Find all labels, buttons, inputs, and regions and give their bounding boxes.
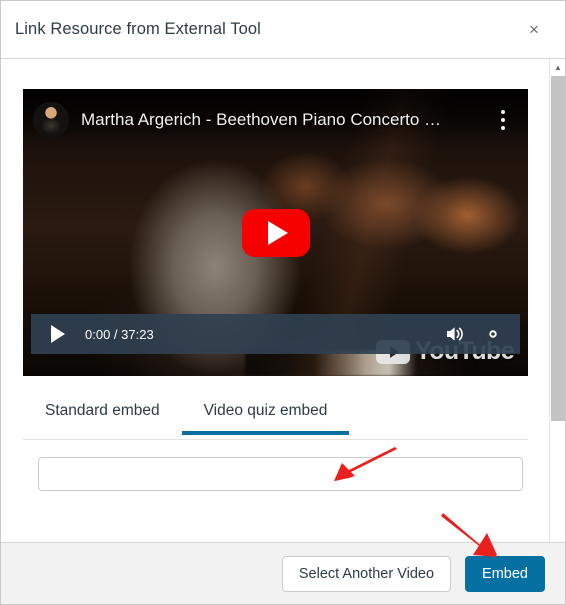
tab-video-quiz-embed[interactable]: Video quiz embed	[181, 393, 350, 435]
dialog-header: Link Resource from External Tool ×	[1, 1, 565, 59]
dialog-body: Martha Argerich - Beethoven Piano Concer…	[1, 59, 565, 604]
gear-icon[interactable]	[478, 319, 508, 349]
chevron-up-icon[interactable]: ▲	[550, 59, 565, 75]
dialog-footer: Select Another Video Embed	[1, 542, 565, 604]
more-options-icon[interactable]	[492, 110, 514, 130]
link-resource-dialog: Link Resource from External Tool × Marth…	[0, 0, 566, 605]
play-icon[interactable]	[39, 317, 73, 351]
video-player[interactable]: Martha Argerich - Beethoven Piano Concer…	[23, 89, 528, 376]
volume-icon[interactable]	[440, 319, 470, 349]
video-title[interactable]: Martha Argerich - Beethoven Piano Concer…	[81, 110, 492, 130]
tab-standard-embed[interactable]: Standard embed	[23, 393, 182, 434]
dialog-body-content: Martha Argerich - Beethoven Piano Concer…	[1, 59, 549, 604]
select-another-video-button[interactable]: Select Another Video	[281, 556, 452, 592]
channel-avatar[interactable]	[33, 102, 69, 138]
video-controls-bar: 0:00 / 37:23	[31, 314, 520, 354]
vertical-scrollbar[interactable]: ▲ ▼	[549, 59, 565, 604]
embed-button[interactable]: Embed	[465, 556, 545, 592]
close-icon[interactable]: ×	[521, 17, 547, 43]
video-top-bar: Martha Argerich - Beethoven Piano Concer…	[23, 89, 528, 151]
embed-tabs: Standard embed Video quiz embed	[23, 393, 528, 440]
dialog-title: Link Resource from External Tool	[15, 20, 261, 38]
youtube-play-button[interactable]	[241, 208, 310, 257]
video-time-display: 0:00 / 37:23	[85, 326, 154, 342]
vertical-scrollbar-thumb[interactable]	[551, 76, 565, 421]
embed-code-input[interactable]	[38, 457, 523, 491]
